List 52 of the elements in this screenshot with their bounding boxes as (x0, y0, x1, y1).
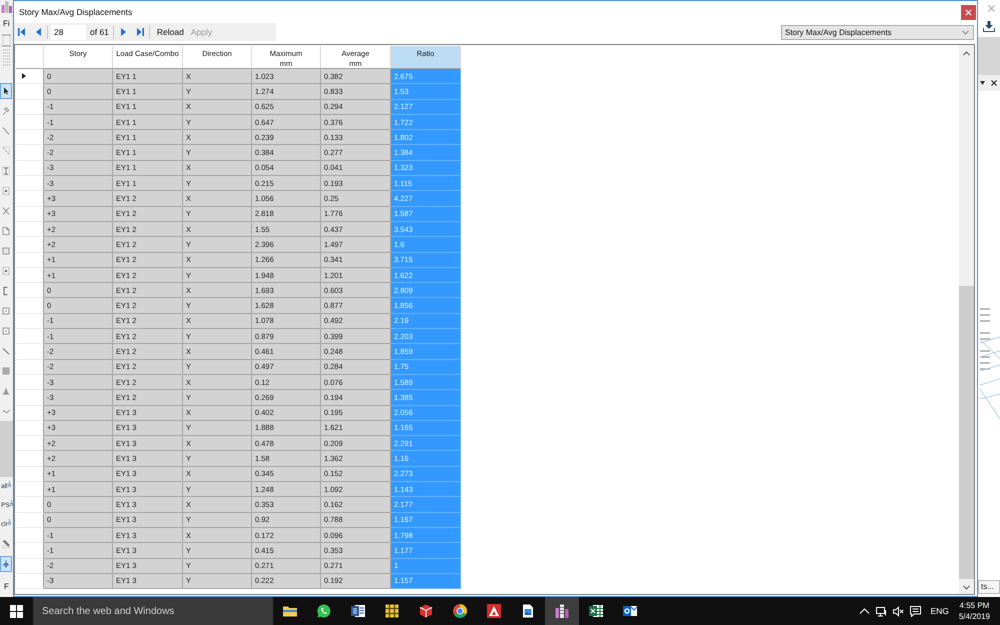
next-icon[interactable] (120, 28, 126, 36)
download-icon[interactable] (983, 21, 995, 32)
search-field[interactable]: Search the web and Windows (33, 597, 273, 625)
scroll-thumb[interactable] (959, 286, 974, 579)
brush-icon (10, 500, 13, 506)
close-icon[interactable] (991, 80, 997, 86)
panel-tab[interactable]: ts... (978, 580, 1000, 594)
document-icon (350, 603, 366, 619)
scroll-up-icon[interactable] (963, 51, 970, 56)
scroll-down-icon[interactable] (963, 585, 970, 590)
buildings-icon (554, 603, 570, 619)
current-row-icon (22, 73, 26, 80)
menu-item[interactable]: Fi (0, 17, 10, 31)
page-field[interactable]: 28 (51, 24, 86, 40)
picture-icon (520, 603, 536, 619)
notification-icon[interactable] (910, 606, 922, 616)
taskbar-button[interactable] (545, 597, 579, 625)
panel-tab[interactable]: F (0, 580, 9, 594)
four-panes-icon (10, 604, 23, 618)
network-icon[interactable] (876, 606, 888, 616)
toolbar-button[interactable]: Reload (156, 24, 185, 40)
view-dropdown[interactable]: Story Max/Avg Displacements (781, 24, 974, 40)
previous-icon[interactable] (36, 28, 41, 36)
clock-date[interactable]: 5/4/2019 (958, 611, 990, 622)
cube-icon (418, 603, 434, 619)
grid-tile-icon (384, 603, 400, 619)
pointer-icon[interactable] (0, 83, 12, 99)
clock-time[interactable]: 4:55 PM (960, 600, 990, 611)
language-indicator[interactable]: ENG (930, 606, 949, 616)
brush-icon (8, 480, 11, 486)
mail-icon (622, 603, 638, 619)
chat-bubble-icon (316, 603, 332, 619)
triangle-tile-icon (486, 603, 502, 619)
last-page-icon[interactable] (136, 28, 144, 36)
close-icon (965, 9, 972, 16)
window-title: Story Max/Avg Displacements (19, 7, 132, 17)
chevron-down-icon (962, 30, 969, 34)
crosshair-icon[interactable] (0, 556, 12, 572)
segmented-circle-icon (452, 603, 468, 619)
chevron-up-icon[interactable] (859, 606, 870, 616)
volume-icon[interactable] (893, 606, 904, 616)
spreadsheet-icon (588, 603, 604, 619)
close-button[interactable] (961, 5, 976, 20)
brush-icon (8, 518, 11, 524)
panel-header (978, 37, 1000, 75)
grip-icon (1, 34, 12, 67)
buildings-icon (1, 1, 12, 13)
first-page-icon[interactable] (18, 28, 25, 36)
page-count: of 61 (90, 27, 109, 37)
caret-icon[interactable] (980, 81, 985, 85)
scrollbar[interactable] (959, 45, 974, 594)
row-header[interactable] (16, 69, 44, 84)
